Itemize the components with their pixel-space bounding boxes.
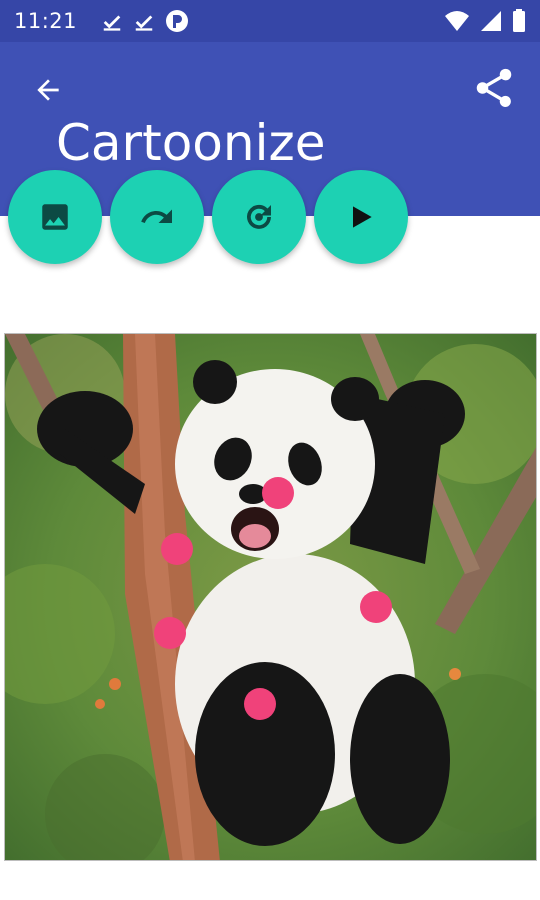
arrow-back-icon [37, 79, 59, 101]
status-bar: 11:21 [0, 0, 540, 42]
control-point[interactable] [161, 533, 193, 565]
wifi-icon [445, 11, 469, 31]
image-icon [42, 204, 68, 230]
control-point[interactable] [360, 591, 392, 623]
share-button[interactable] [470, 64, 518, 112]
undo-button[interactable] [110, 170, 204, 264]
control-point[interactable] [154, 617, 186, 649]
gallery-button[interactable] [8, 170, 102, 264]
action-button-row [8, 170, 408, 264]
battery-icon [513, 9, 525, 32]
back-button[interactable] [24, 68, 72, 112]
download-done-icon [135, 15, 153, 31]
control-point[interactable] [262, 477, 294, 509]
refresh-icon [247, 204, 271, 229]
control-point[interactable] [244, 688, 276, 720]
app-notification-icon [166, 10, 189, 32]
status-system-icons [444, 9, 526, 33]
photo-canvas[interactable] [4, 333, 537, 861]
panda-photo [5, 334, 536, 860]
status-notification-icons [101, 9, 189, 33]
status-time: 11:21 [14, 9, 78, 33]
signal-icon [481, 11, 501, 31]
reset-button[interactable] [212, 170, 306, 264]
page-title: Cartoonize [56, 114, 326, 172]
download-done-icon [103, 15, 121, 31]
play-icon [353, 206, 372, 228]
undo-icon [141, 209, 172, 223]
play-button[interactable] [314, 170, 408, 264]
share-icon [476, 68, 512, 107]
